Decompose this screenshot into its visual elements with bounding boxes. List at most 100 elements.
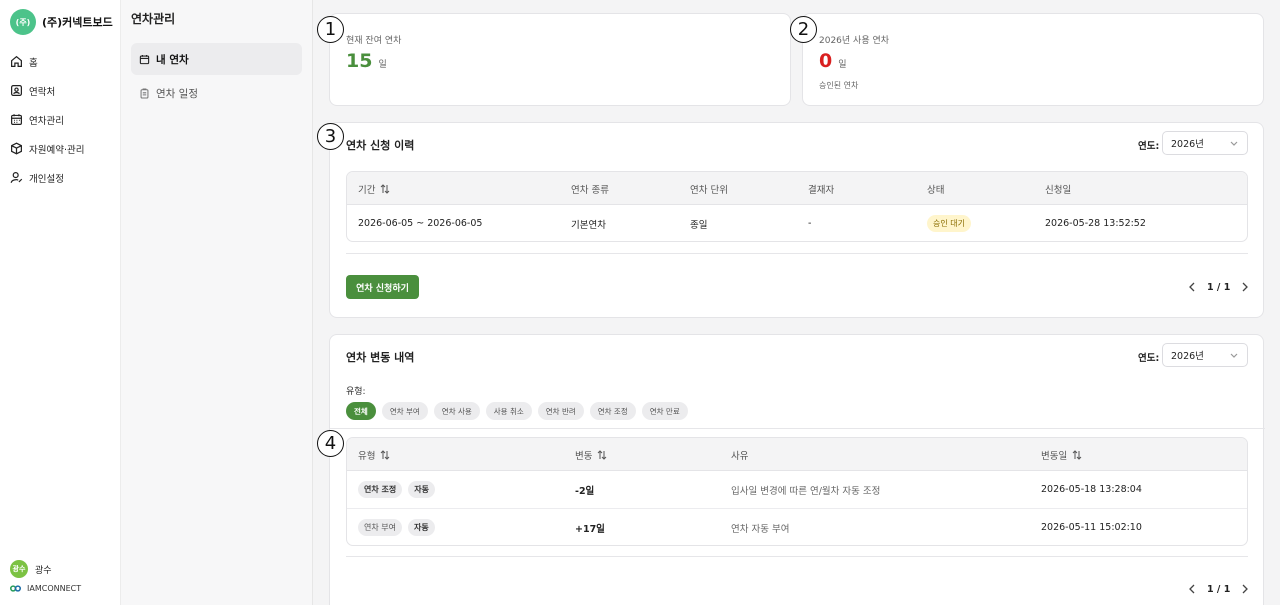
cell-approver: - <box>808 218 812 229</box>
nav-item-label: 개인설정 <box>29 173 64 185</box>
subnav-item-leave-schedule[interactable]: 연차 일정 <box>131 77 302 109</box>
used-leave-unit: 일 <box>838 60 847 70</box>
col-change-date-label: 변동일 <box>1041 450 1068 462</box>
nav-item-label: 자원예약·관리 <box>29 144 85 156</box>
changes-title: 연차 변동 내역 <box>346 351 415 364</box>
filter-adjust[interactable]: 연차 조정 <box>589 402 636 420</box>
cell-period: 2026-06-05 ~ 2026-06-05 <box>358 218 483 229</box>
home-icon <box>11 55 22 67</box>
remaining-leave-value: 15 일 <box>346 50 387 72</box>
nav-item-contacts[interactable]: 연락처 <box>10 76 84 105</box>
nav-list: 홈 연락처 연차관리 자원예약·관리 개인설정 <box>10 47 84 192</box>
cell-change: -2일 <box>575 485 595 497</box>
cell-status: 승인 대기 <box>927 205 971 241</box>
subnav-item-label: 연차 일정 <box>156 87 198 100</box>
user-name: 광수 <box>35 565 52 576</box>
sub-nav: 연차관리 내 연차 연차 일정 <box>121 0 313 605</box>
auto-chip: 자동 <box>408 481 435 498</box>
col-type[interactable]: 유형 <box>358 438 390 471</box>
auto-chip: 자동 <box>407 519 435 536</box>
col-status: 상태 <box>927 184 945 196</box>
type-chip: 연차 부여 <box>358 519 402 536</box>
sort-icon <box>598 449 607 460</box>
chevron-right-icon <box>1242 282 1249 292</box>
page-indicator: 1 / 1 <box>1207 281 1231 293</box>
used-leave-number: 0 <box>819 50 833 72</box>
prev-page-button[interactable] <box>1185 582 1199 596</box>
calendar-icon <box>139 54 150 64</box>
sort-icon <box>381 183 390 194</box>
col-period[interactable]: 기간 <box>358 172 390 205</box>
marker-3: 3 <box>317 123 344 150</box>
remaining-leave-card: 현재 잔여 연차 15 일 <box>329 13 791 106</box>
nav-item-label: 연차관리 <box>29 115 64 127</box>
box-icon <box>11 142 22 155</box>
history-table: 기간 연차 종류 연차 단위 결재자 상태 신청일 2026-06-05 ~ 2… <box>346 171 1248 242</box>
divider <box>330 428 1265 429</box>
apply-leave-button[interactable]: 연차 신청하기 <box>346 275 419 299</box>
nav-item-settings[interactable]: 개인설정 <box>10 163 84 192</box>
cell-unit: 종일 <box>690 219 708 231</box>
chevron-left-icon <box>1189 584 1195 594</box>
used-leave-card: 2026년 사용 연차 0 일 승인된 연차 <box>802 13 1264 106</box>
filter-grant[interactable]: 연차 부여 <box>381 402 428 420</box>
next-page-button[interactable] <box>1238 582 1252 596</box>
filter-use[interactable]: 연차 사용 <box>433 402 480 420</box>
chevron-right-icon <box>1242 584 1249 594</box>
prev-page-button[interactable] <box>1185 280 1199 294</box>
col-type-label: 유형 <box>358 450 376 462</box>
marker-1: 1 <box>317 16 344 43</box>
history-year-value: 2026년 <box>1171 139 1204 150</box>
main-nav: (주) (주)커넥트보드 홈 연락처 연차관리 자원예약·관리 개인설정 광수 … <box>0 0 121 605</box>
changes-table: 유형 변동 사유 변동일 연차 조정 자동 -2일 입사일 변경에 따른 연/월… <box>346 437 1248 546</box>
footer-brand: IAMCONNECT <box>10 584 81 593</box>
link-icon <box>10 585 21 592</box>
current-user[interactable]: 광수 광수 <box>10 560 52 578</box>
used-leave-label: 2026년 사용 연차 <box>819 36 890 46</box>
col-reason: 사유 <box>731 450 749 462</box>
history-title: 연차 신청 이력 <box>346 139 415 152</box>
next-page-button[interactable] <box>1238 280 1252 294</box>
leave-changes-card: 연차 변동 내역 연도: 2026년 유형: 전체 연차 부여 연차 사용 사용… <box>329 334 1265 605</box>
filter-reject[interactable]: 연차 반려 <box>537 402 584 420</box>
col-leave-type: 연차 종류 <box>571 184 609 196</box>
used-leave-value: 0 일 <box>819 50 847 72</box>
col-change[interactable]: 변동 <box>575 438 607 471</box>
clipboard-icon <box>140 88 149 98</box>
cell-date: 2026-05-28 13:52:52 <box>1045 218 1146 229</box>
marker-2: 2 <box>790 16 817 43</box>
status-badge: 승인 대기 <box>927 215 971 232</box>
avatar: 광수 <box>10 560 28 578</box>
changes-table-header: 유형 변동 사유 변동일 <box>347 438 1247 471</box>
nav-item-resources[interactable]: 자원예약·관리 <box>10 134 84 163</box>
subnav-item-my-leave[interactable]: 내 연차 <box>131 43 302 75</box>
cell-date: 2026-05-18 13:28:04 <box>1041 484 1142 495</box>
changes-year-select[interactable]: 2026년 <box>1162 343 1248 367</box>
nav-item-leave[interactable]: 연차관리 <box>10 105 84 134</box>
subnav-title: 연차관리 <box>131 12 176 26</box>
col-leave-unit: 연차 단위 <box>690 184 728 196</box>
filter-label: 유형: <box>346 387 366 397</box>
nav-item-home[interactable]: 홈 <box>10 47 84 76</box>
filter-expire[interactable]: 연차 만료 <box>641 402 688 420</box>
brand[interactable]: (주) (주)커넥트보드 <box>10 9 113 35</box>
history-year-label: 연도: <box>1138 141 1160 152</box>
cell-reason: 입사일 변경에 따른 연/월차 자동 조정 <box>731 485 881 497</box>
chevron-down-icon <box>1230 141 1238 146</box>
col-change-date[interactable]: 변동일 <box>1041 438 1082 471</box>
filter-cancel[interactable]: 사용 취소 <box>485 402 532 420</box>
type-chip: 연차 조정 <box>358 481 403 498</box>
divider <box>346 253 1248 254</box>
cell-type: 연차 부여 자동 <box>358 509 441 545</box>
brand-logo: (주) <box>10 9 36 35</box>
divider <box>346 556 1248 557</box>
history-year-select[interactable]: 2026년 <box>1162 131 1248 155</box>
chevron-left-icon <box>1189 282 1195 292</box>
brand-name: (주)커넥트보드 <box>42 16 113 29</box>
nav-item-label: 연락처 <box>29 86 56 98</box>
col-approver: 결재자 <box>808 184 835 196</box>
chevron-down-icon <box>1230 353 1238 358</box>
calendar-icon <box>11 114 22 125</box>
filter-all[interactable]: 전체 <box>346 402 376 420</box>
footer-text: IAMCONNECT <box>27 584 82 593</box>
